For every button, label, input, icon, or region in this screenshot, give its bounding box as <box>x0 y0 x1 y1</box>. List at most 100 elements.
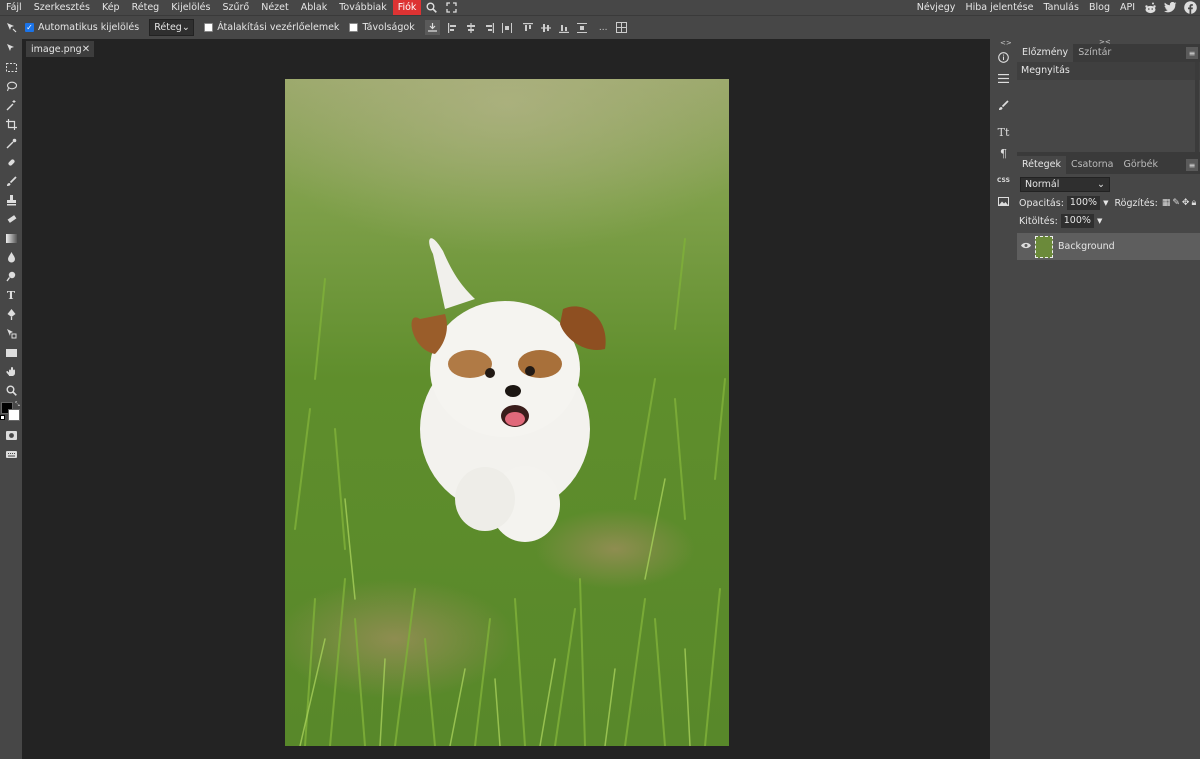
panel-menu-icon[interactable]: ≡ <box>1186 47 1198 59</box>
menu-window[interactable]: Ablak <box>295 0 334 15</box>
align-left-icon[interactable] <box>446 20 461 35</box>
background-color-swatch[interactable] <box>8 409 20 421</box>
paragraph-icon[interactable]: ¶ <box>990 143 1017 164</box>
grid-icon[interactable] <box>614 20 629 35</box>
distribute-h-icon[interactable] <box>500 20 515 35</box>
color-swatches: ⤡ <box>0 400 22 426</box>
align-middle-v-icon[interactable] <box>539 20 554 35</box>
lock-transparency-icon[interactable]: ▦ <box>1162 198 1171 208</box>
move-tool-icon[interactable] <box>4 20 19 35</box>
toolbox: T ⤡ <box>0 39 22 759</box>
menu-report-bug[interactable]: Hiba jelentése <box>960 0 1038 15</box>
checkbox-check-icon: ✓ <box>25 22 34 32</box>
tab-layers[interactable]: Rétegek <box>1017 156 1066 174</box>
lock-label: Rögzítés: <box>1114 197 1158 209</box>
visibility-eye-icon[interactable] <box>1017 241 1035 252</box>
clone-stamp-tool-icon[interactable] <box>0 191 22 210</box>
dodge-tool-icon[interactable] <box>0 267 22 286</box>
swap-colors-icon[interactable]: ⤡ <box>15 401 20 409</box>
reddit-icon[interactable] <box>1143 1 1157 15</box>
menu-select[interactable]: Kijelölés <box>165 0 216 15</box>
menu-edit[interactable]: Szerkesztés <box>28 0 96 15</box>
css-icon[interactable]: CSS <box>990 170 1017 191</box>
align-right-icon[interactable] <box>482 20 497 35</box>
character-icon[interactable]: Tt <box>990 122 1017 143</box>
twitter-icon[interactable] <box>1163 1 1177 15</box>
type-tool-icon[interactable]: T <box>0 286 22 305</box>
menu-blog[interactable]: Blog <box>1084 0 1115 15</box>
properties-icon[interactable] <box>990 68 1017 89</box>
hand-tool-icon[interactable] <box>0 362 22 381</box>
fill-dropdown-icon[interactable]: ▼ <box>1097 217 1102 225</box>
menu-layer[interactable]: Réteg <box>126 0 166 15</box>
distances-checkbox[interactable]: Távolságok <box>349 22 415 33</box>
opacity-dropdown-icon[interactable]: ▼ <box>1103 199 1108 207</box>
tab-curves[interactable]: Görbék <box>1119 156 1163 174</box>
more-options[interactable]: ... <box>596 20 611 35</box>
gradient-tool-icon[interactable] <box>0 229 22 248</box>
image-panel-icon[interactable] <box>990 191 1017 212</box>
download-icon[interactable] <box>424 20 440 35</box>
shape-tool-icon[interactable] <box>0 343 22 362</box>
lock-pixels-icon[interactable]: ✎ <box>1172 198 1180 208</box>
reset-colors-icon[interactable] <box>0 415 5 420</box>
transform-controls-label: Átalakítási vezérlőelemek <box>217 22 340 33</box>
layer-row[interactable]: Background <box>1017 233 1200 260</box>
menu-more[interactable]: Továbbiak <box>333 0 392 15</box>
align-top-icon[interactable] <box>521 20 536 35</box>
menu-about[interactable]: Névjegy <box>912 0 961 15</box>
brush-settings-icon[interactable] <box>990 95 1017 116</box>
lock-all-icon[interactable]: 🔒︎ <box>1191 198 1196 208</box>
eyedropper-tool-icon[interactable] <box>0 134 22 153</box>
menu-file[interactable]: Fájl <box>0 0 28 15</box>
menu-api[interactable]: API <box>1115 0 1140 15</box>
menu-view[interactable]: Nézet <box>255 0 295 15</box>
path-select-tool-icon[interactable] <box>0 324 22 343</box>
collapse-arrows-icon[interactable]: <> <box>1000 39 1012 47</box>
transform-controls-checkbox[interactable]: Átalakítási vezérlőelemek <box>204 22 339 33</box>
menu-learn[interactable]: Tanulás <box>1038 0 1084 15</box>
layer-select-dropdown[interactable]: Réteg ⌄ <box>149 19 195 36</box>
auto-select-label: Automatikus kijelölés <box>38 22 140 33</box>
marquee-tool-icon[interactable] <box>0 58 22 77</box>
move-tool-icon[interactable] <box>0 39 22 58</box>
blur-tool-icon[interactable] <box>0 248 22 267</box>
facebook-icon[interactable] <box>1183 1 1197 15</box>
auto-select-checkbox[interactable]: ✓ Automatikus kijelölés <box>25 22 139 33</box>
tab-swatches[interactable]: Színtár <box>1073 44 1116 62</box>
menu-filter[interactable]: Szűrő <box>216 0 255 15</box>
lock-position-icon[interactable]: ✥ <box>1182 198 1190 208</box>
keyboard-icon[interactable] <box>0 445 22 464</box>
brush-tool-icon[interactable] <box>0 172 22 191</box>
tab-channels[interactable]: Csatorna <box>1066 156 1119 174</box>
tab-history[interactable]: Előzmény <box>1017 44 1074 62</box>
search-icon[interactable] <box>424 1 438 15</box>
document-tab[interactable]: image.png ✕ <box>26 41 94 57</box>
panel-menu-icon[interactable]: ≡ <box>1186 159 1198 171</box>
history-panel: Megnyitás <box>1017 62 1200 152</box>
menu-bar: Fájl Szerkesztés Kép Réteg Kijelölés Szű… <box>0 0 1200 15</box>
fullscreen-icon[interactable] <box>444 1 458 15</box>
magic-wand-tool-icon[interactable] <box>0 96 22 115</box>
canvas-image[interactable] <box>285 79 729 746</box>
fill-input[interactable]: 100% <box>1060 214 1094 228</box>
quick-mask-icon[interactable] <box>0 426 22 445</box>
eraser-tool-icon[interactable] <box>0 210 22 229</box>
healing-brush-tool-icon[interactable] <box>0 153 22 172</box>
layer-thumbnail <box>1035 235 1053 258</box>
pen-tool-icon[interactable] <box>0 305 22 324</box>
menu-image[interactable]: Kép <box>96 0 126 15</box>
distribute-v-icon[interactable] <box>575 20 590 35</box>
menu-account[interactable]: Fiók <box>392 0 422 15</box>
opacity-input[interactable]: 100% <box>1066 196 1101 210</box>
info-icon[interactable] <box>990 47 1017 68</box>
close-icon[interactable]: ✕ <box>82 44 90 55</box>
zoom-tool-icon[interactable] <box>0 381 22 400</box>
lasso-tool-icon[interactable] <box>0 77 22 96</box>
crop-tool-icon[interactable] <box>0 115 22 134</box>
align-center-h-icon[interactable] <box>464 20 479 35</box>
align-bottom-icon[interactable] <box>557 20 572 35</box>
blend-mode-select[interactable]: Normál ⌄ <box>1020 176 1110 192</box>
history-scrollbar[interactable] <box>1195 62 1199 152</box>
history-entry[interactable]: Megnyitás <box>1017 62 1200 80</box>
